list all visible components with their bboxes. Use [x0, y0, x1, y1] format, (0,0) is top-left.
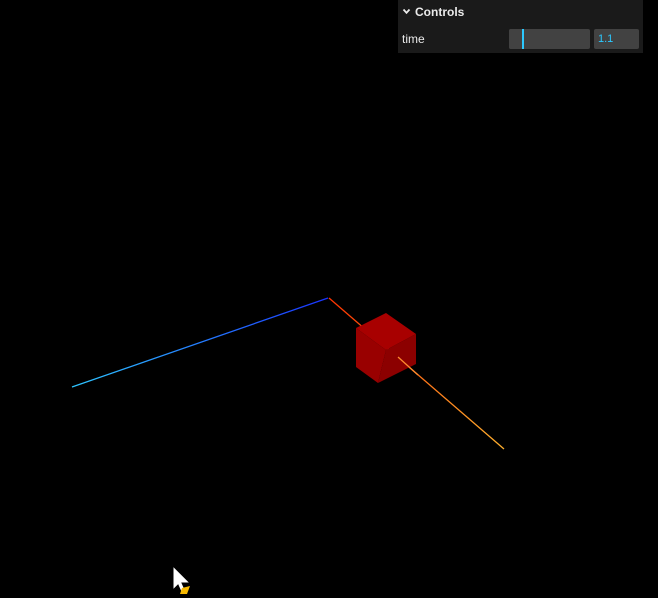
time-value-input[interactable]	[594, 29, 639, 49]
chevron-down-icon[interactable]	[402, 7, 411, 16]
controls-title: Controls	[415, 5, 465, 19]
scene-canvas[interactable]	[0, 0, 658, 598]
time-slider[interactable]	[509, 29, 590, 49]
time-slider-fill	[509, 29, 523, 49]
z-axis-line	[71, 297, 329, 388]
time-label: time	[402, 32, 425, 46]
controls-header[interactable]: Controls	[398, 0, 643, 24]
controls-panel: Controls time	[398, 0, 643, 53]
3d-viewport[interactable]	[0, 0, 658, 598]
mouse-cursor-icon	[172, 564, 192, 595]
time-slider-knob[interactable]	[522, 29, 524, 49]
red-cube[interactable]	[356, 313, 416, 383]
